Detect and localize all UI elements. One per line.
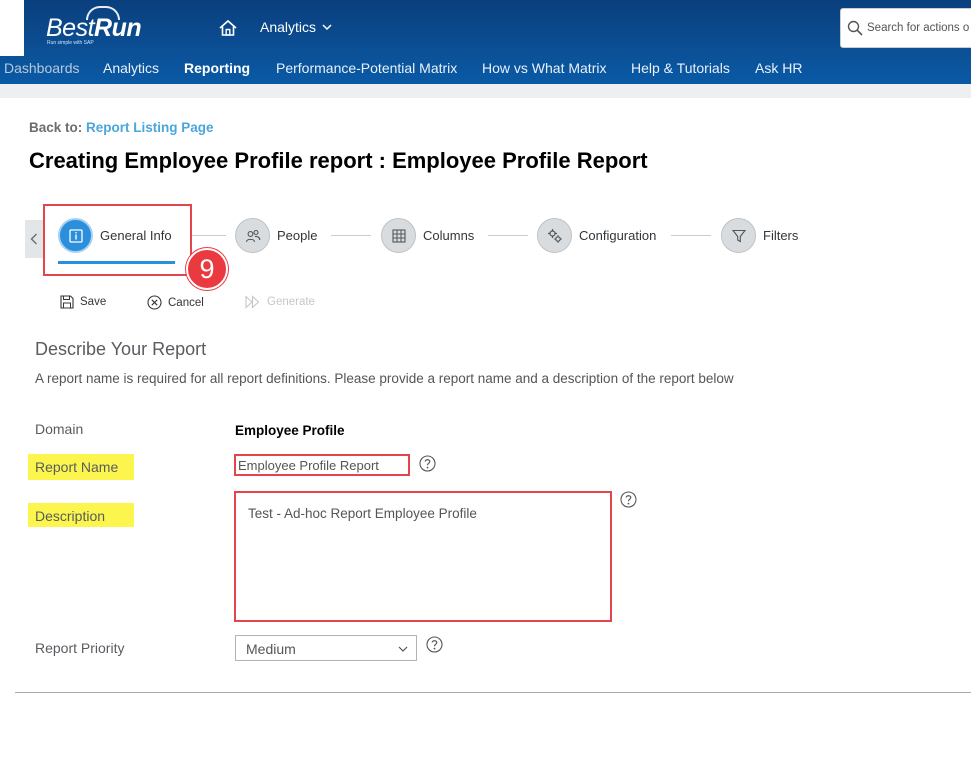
nav-item-ask-hr[interactable]: Ask HR bbox=[755, 60, 802, 76]
wizard-step-filters[interactable]: Filters bbox=[721, 218, 798, 253]
wizard-step-columns[interactable]: Columns bbox=[381, 218, 474, 253]
search-input[interactable] bbox=[867, 22, 971, 34]
logo-tagline: Run simple with SAP bbox=[47, 40, 94, 46]
gears-icon bbox=[547, 228, 562, 243]
chevron-down-icon bbox=[398, 646, 408, 652]
nav-item-analytics[interactable]: Analytics bbox=[103, 60, 159, 76]
people-icon bbox=[245, 229, 260, 242]
shell-left-strip bbox=[0, 0, 24, 56]
description-label: Description bbox=[35, 508, 106, 524]
nav-item-dashboards[interactable]: Dashboards bbox=[4, 60, 80, 76]
nav-item-help-tutorials[interactable]: Help & Tutorials bbox=[631, 60, 730, 76]
chevron-down-icon bbox=[322, 24, 332, 31]
report-name-input[interactable] bbox=[234, 454, 410, 476]
search-box[interactable] bbox=[840, 8, 971, 48]
annotation-highlight-box bbox=[43, 204, 192, 276]
wizard-step-people[interactable]: People bbox=[235, 218, 317, 253]
domain-label: Domain bbox=[35, 421, 84, 437]
cancel-button[interactable]: Cancel bbox=[147, 295, 204, 310]
save-icon bbox=[60, 295, 74, 309]
page-title: Creating Employee Profile report : Emplo… bbox=[29, 148, 648, 173]
chevron-left-icon bbox=[30, 233, 37, 245]
analytics-menu-label: Analytics bbox=[260, 19, 317, 35]
wizard-connector bbox=[331, 235, 371, 236]
generate-label: Generate bbox=[267, 296, 315, 308]
section-description: A report name is required for all report… bbox=[35, 371, 734, 386]
generate-button[interactable]: Generate bbox=[245, 295, 315, 309]
wizard-connector bbox=[488, 235, 528, 236]
report-name-label: Report Name bbox=[35, 459, 119, 475]
sub-header-bar bbox=[0, 84, 971, 98]
wizard-connector bbox=[190, 235, 226, 236]
cancel-label: Cancel bbox=[168, 296, 204, 309]
section-title: Describe Your Report bbox=[35, 339, 207, 359]
nav-item-reporting[interactable]: Reporting bbox=[184, 60, 250, 76]
report-priority-value: Medium bbox=[246, 641, 296, 657]
help-icon[interactable] bbox=[426, 636, 443, 653]
domain-value: Employee Profile bbox=[235, 423, 345, 438]
save-label: Save bbox=[80, 296, 107, 308]
search-icon bbox=[847, 20, 863, 36]
nav-item-how-vs-what-matrix[interactable]: How vs What Matrix bbox=[482, 60, 606, 76]
cancel-icon bbox=[147, 295, 162, 310]
help-icon[interactable] bbox=[419, 455, 436, 472]
wizard-back-button[interactable] bbox=[25, 220, 43, 258]
breadcrumb: Back to: Report Listing Page bbox=[29, 120, 214, 135]
report-priority-select[interactable]: Medium bbox=[235, 635, 417, 661]
description-textarea[interactable]: Test - Ad-hoc Report Employee Profile bbox=[234, 491, 612, 622]
help-icon[interactable] bbox=[620, 491, 637, 508]
shell-header: BestRun Run simple with SAP Analytics Da… bbox=[0, 0, 971, 84]
wizard-step-label: Columns bbox=[423, 228, 475, 243]
home-icon[interactable] bbox=[218, 18, 238, 38]
analytics-menu-button[interactable]: Analytics bbox=[260, 19, 332, 35]
report-listing-link[interactable]: Report Listing Page bbox=[86, 120, 214, 135]
wizard-step-label: Configuration bbox=[579, 228, 657, 243]
wizard-connector bbox=[671, 235, 711, 236]
funnel-icon bbox=[731, 229, 746, 242]
breadcrumb-prefix: Back to: bbox=[29, 120, 83, 135]
nav-item-performance-potential-matrix[interactable]: Performance-Potential Matrix bbox=[276, 60, 457, 76]
wizard-step-configuration[interactable]: Configuration bbox=[537, 218, 656, 253]
generate-icon bbox=[245, 295, 260, 309]
section-divider bbox=[15, 692, 971, 693]
annotation-step-badge: 9 bbox=[186, 248, 228, 290]
logo-cloud-icon bbox=[86, 6, 120, 20]
wizard-step-label: Filters bbox=[763, 228, 799, 243]
wizard-step-label: People bbox=[277, 228, 318, 243]
report-priority-label: Report Priority bbox=[35, 640, 125, 656]
grid-icon bbox=[391, 228, 406, 243]
save-button[interactable]: Save bbox=[60, 295, 106, 309]
